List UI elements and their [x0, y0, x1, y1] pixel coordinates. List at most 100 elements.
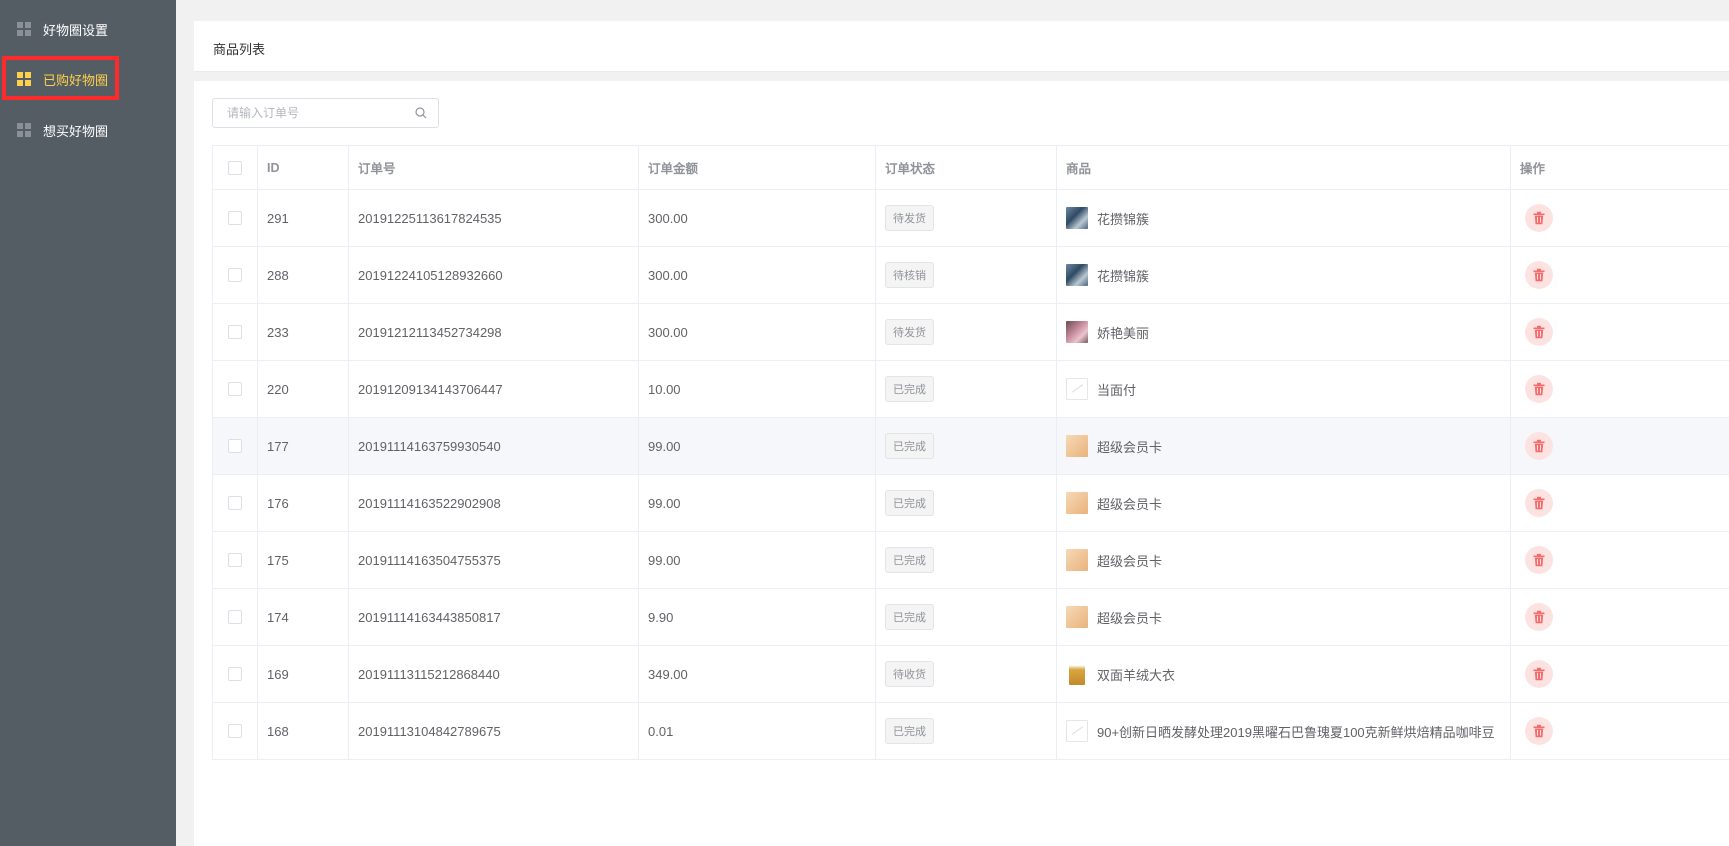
- product-thumbnail: [1066, 435, 1088, 457]
- cell-order-no: 20191212113452734298: [349, 304, 639, 360]
- product-name: 超级会员卡: [1097, 496, 1163, 512]
- product-thumbnail: [1066, 321, 1088, 343]
- row-select-cell: [213, 190, 258, 246]
- row-select-cell: [213, 646, 258, 702]
- row-checkbox[interactable]: [228, 325, 242, 339]
- sidebar-item-goods-circle-settings[interactable]: 好物圈设置: [0, 5, 176, 53]
- row-checkbox[interactable]: [228, 553, 242, 567]
- table-row[interactable]: 168 20191113104842789675 0.01 已完成 90+创新日晒发酵处…: [213, 703, 1729, 760]
- row-checkbox[interactable]: [228, 496, 242, 510]
- select-all-checkbox[interactable]: [228, 160, 242, 175]
- row-checkbox[interactable]: [228, 382, 242, 396]
- cell-actions: [1511, 532, 1729, 588]
- cell-status: 已完成: [876, 589, 1057, 645]
- delete-button[interactable]: [1525, 546, 1553, 574]
- row-select-cell: [213, 418, 258, 474]
- table-row[interactable]: 169 20191113115212868440 349.00 待收货 双面羊绒大衣: [213, 646, 1729, 703]
- row-checkbox[interactable]: [228, 211, 242, 225]
- product-thumbnail: [1066, 264, 1088, 286]
- cell-amount: 9.90: [639, 589, 876, 645]
- table-row[interactable]: 175 20191114163504755375 99.00 已完成 超级会员卡: [213, 532, 1729, 589]
- delete-button[interactable]: [1525, 375, 1553, 403]
- trash-icon: [1533, 325, 1545, 339]
- cell-actions: [1511, 475, 1729, 531]
- product-thumbnail: [1069, 663, 1085, 685]
- cell-order-no: 20191114163504755375: [349, 532, 639, 588]
- delete-button[interactable]: [1525, 432, 1553, 460]
- table-row[interactable]: 233 20191212113452734298 300.00 待发货 娇艳美丽: [213, 304, 1729, 361]
- trash-icon: [1533, 268, 1545, 282]
- cell-actions: [1511, 589, 1729, 645]
- cell-actions: [1511, 304, 1729, 360]
- delete-button[interactable]: [1525, 660, 1553, 688]
- column-header-order-no: 订单号: [349, 146, 639, 189]
- page-title: 商品列表: [213, 42, 266, 57]
- cell-amount: 99.00: [639, 475, 876, 531]
- search-icon[interactable]: [415, 107, 427, 119]
- cell-product: 超级会员卡: [1057, 475, 1511, 531]
- table-row[interactable]: 220 20191209134143706447 10.00 已完成 当面付: [213, 361, 1729, 418]
- product-thumbnail: [1066, 606, 1088, 628]
- cell-order-no: 20191209134143706447: [349, 361, 639, 417]
- cell-status: 已完成: [876, 418, 1057, 474]
- cell-status: 已完成: [876, 703, 1057, 759]
- column-header-actions: 操作: [1520, 162, 1546, 176]
- cell-id: 174: [258, 589, 349, 645]
- table-row[interactable]: 174 20191114163443850817 9.90 已完成 超级会员卡: [213, 589, 1729, 646]
- table-row[interactable]: 176 20191114163522902908 99.00 已完成 超级会员卡: [213, 475, 1729, 532]
- row-checkbox[interactable]: [228, 439, 242, 453]
- row-select-cell: [213, 532, 258, 588]
- main-content: 商品列表 ID 订单号 订单金额 订单状态 商品 操作 291201912251…: [176, 0, 1729, 846]
- product-thumbnail: [1066, 492, 1088, 514]
- cell-amount: 99.00: [639, 532, 876, 588]
- status-badge: 待发货: [885, 319, 934, 345]
- trash-icon: [1533, 382, 1545, 396]
- row-checkbox[interactable]: [228, 667, 242, 681]
- delete-button[interactable]: [1525, 489, 1553, 517]
- cell-id: 175: [258, 532, 349, 588]
- select-all-cell: [213, 146, 258, 189]
- cell-product: 超级会员卡: [1057, 532, 1511, 588]
- table-header-row: ID 订单号 订单金额 订单状态 商品 操作: [213, 146, 1729, 190]
- cell-id: 291: [258, 190, 349, 246]
- product-name: 超级会员卡: [1097, 439, 1163, 455]
- cell-amount: 300.00: [639, 304, 876, 360]
- search-input[interactable]: [213, 99, 417, 127]
- row-select-cell: [213, 475, 258, 531]
- order-table: ID 订单号 订单金额 订单状态 商品 操作 291 20191225113617…: [212, 145, 1729, 760]
- cell-status: 已完成: [876, 532, 1057, 588]
- row-checkbox[interactable]: [228, 610, 242, 624]
- sidebar-item-wishlist-goods-circle[interactable]: 想买好物圈: [0, 106, 176, 154]
- table-body: 291 20191225113617824535 300.00 待发货 花攒锦簇 288 2…: [213, 190, 1729, 760]
- status-badge: 已完成: [885, 490, 934, 516]
- cell-amount: 0.01: [639, 703, 876, 759]
- cell-order-no: 20191114163443850817: [349, 589, 639, 645]
- table-row[interactable]: 291 20191225113617824535 300.00 待发货 花攒锦簇: [213, 190, 1729, 247]
- table-row[interactable]: 288 20191224105128932660 300.00 待核销 花攒锦簇: [213, 247, 1729, 304]
- delete-button[interactable]: [1525, 261, 1553, 289]
- product-thumbnail: [1066, 549, 1088, 571]
- delete-button[interactable]: [1525, 603, 1553, 631]
- cell-amount: 300.00: [639, 190, 876, 246]
- product-name: 双面羊绒大衣: [1097, 667, 1176, 683]
- cell-product: 超级会员卡: [1057, 418, 1511, 474]
- grid-icon: [17, 22, 31, 36]
- cell-amount: 349.00: [639, 646, 876, 702]
- delete-button[interactable]: [1525, 204, 1553, 232]
- cell-product: 娇艳美丽: [1057, 304, 1511, 360]
- product-thumbnail: [1066, 720, 1088, 742]
- row-select-cell: [213, 304, 258, 360]
- trash-icon: [1533, 211, 1545, 225]
- row-select-cell: [213, 361, 258, 417]
- sidebar-item-label: 想买好物圈: [43, 123, 109, 139]
- cell-id: 168: [258, 703, 349, 759]
- row-select-cell: [213, 247, 258, 303]
- row-checkbox[interactable]: [228, 268, 242, 282]
- row-checkbox[interactable]: [228, 724, 242, 738]
- delete-button[interactable]: [1525, 717, 1553, 745]
- table-row[interactable]: 177 20191114163759930540 99.00 已完成 超级会员卡: [213, 418, 1729, 475]
- cell-id: 176: [258, 475, 349, 531]
- delete-button[interactable]: [1525, 318, 1553, 346]
- cell-status: 已完成: [876, 475, 1057, 531]
- sidebar-item-purchased-goods-circle[interactable]: 已购好物圈: [0, 55, 176, 103]
